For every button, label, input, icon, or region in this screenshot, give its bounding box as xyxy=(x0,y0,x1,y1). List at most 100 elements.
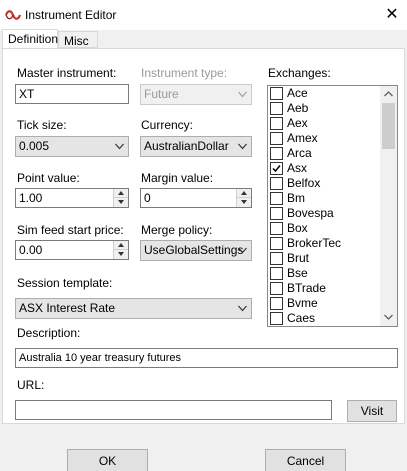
close-button[interactable]: ✕ xyxy=(377,0,407,30)
master-instrument-label: Master instrument: xyxy=(17,66,117,80)
exchange-checkbox[interactable] xyxy=(270,282,283,295)
exchange-checkbox[interactable] xyxy=(270,102,283,115)
triangle-down-icon xyxy=(118,252,124,256)
tick-size-dropdown[interactable]: 0.005 xyxy=(15,136,129,157)
triangle-down-icon xyxy=(241,200,247,204)
exchange-item[interactable]: Bm xyxy=(269,191,381,206)
session-template-dropdown[interactable]: ASX Interest Rate xyxy=(15,298,252,319)
exchange-checkbox[interactable] xyxy=(270,267,283,280)
exchange-checkbox[interactable] xyxy=(270,132,283,145)
exchange-item[interactable]: Bse xyxy=(269,266,381,281)
exchange-name: Caes xyxy=(287,311,316,325)
spin-down-button[interactable] xyxy=(237,198,251,207)
exchange-item[interactable]: Caes xyxy=(269,311,381,326)
close-icon: ✕ xyxy=(385,6,399,23)
spin-up-button[interactable] xyxy=(114,189,128,198)
triangle-up-icon xyxy=(118,191,124,195)
url-input[interactable] xyxy=(15,400,332,420)
sim-feed-start-price-label: Sim feed start price: xyxy=(17,223,124,237)
exchange-item[interactable]: Amex xyxy=(269,131,381,146)
chevron-up-icon xyxy=(384,91,393,97)
instrument-type-dropdown: Future xyxy=(140,84,252,105)
exchange-name: Brut xyxy=(287,251,310,265)
exchange-checkbox[interactable] xyxy=(270,162,283,175)
ok-button[interactable]: OK xyxy=(67,449,148,471)
description-label: Description: xyxy=(17,326,81,340)
tab-misc[interactable]: Misc xyxy=(58,31,98,48)
exchange-name: Belfox xyxy=(287,176,321,190)
chevron-down-icon xyxy=(238,143,247,150)
sim-feed-spin-buttons xyxy=(113,241,128,259)
sim-feed-start-price-spinner[interactable]: 0.00 xyxy=(15,240,129,260)
exchange-checkbox[interactable] xyxy=(270,237,283,250)
spin-down-button[interactable] xyxy=(114,250,128,259)
tick-size-value: 0.005 xyxy=(19,139,50,153)
exchange-checkbox[interactable] xyxy=(270,87,283,100)
exchange-name: BrokerTec xyxy=(287,236,342,250)
visit-button[interactable]: Visit xyxy=(347,400,397,422)
chevron-down-icon xyxy=(384,314,393,320)
tick-size-label: Tick size: xyxy=(17,118,67,132)
exchange-item[interactable]: Bovespa xyxy=(269,206,381,221)
spin-down-button[interactable] xyxy=(114,198,128,207)
instrument-type-label: Instrument type: xyxy=(141,66,228,80)
exchange-name: Aex xyxy=(287,116,308,130)
checkmark-icon xyxy=(272,165,281,173)
chevron-down-icon xyxy=(238,305,247,312)
exchange-item[interactable]: BTrade xyxy=(269,281,381,296)
exchange-checkbox[interactable] xyxy=(270,207,283,220)
exchange-item[interactable]: Bvme xyxy=(269,296,381,311)
margin-value-value: 0 xyxy=(144,191,151,205)
tab-definition[interactable]: Definition xyxy=(2,29,58,48)
merge-policy-dropdown[interactable]: UseGlobalSettings xyxy=(140,240,252,261)
session-template-value: ASX Interest Rate xyxy=(19,301,116,315)
scroll-down-button[interactable] xyxy=(380,309,397,326)
exchanges-scrollbar[interactable] xyxy=(380,86,397,326)
spin-up-button[interactable] xyxy=(237,189,251,198)
scroll-up-button[interactable] xyxy=(380,86,397,103)
exchange-checkbox[interactable] xyxy=(270,222,283,235)
exchange-item[interactable]: Aeb xyxy=(269,101,381,116)
exchange-item[interactable]: Aex xyxy=(269,116,381,131)
exchange-checkbox[interactable] xyxy=(270,192,283,205)
tab-definition-label: Definition xyxy=(8,32,59,46)
exchange-checkbox[interactable] xyxy=(270,312,283,325)
triangle-up-icon xyxy=(241,191,247,195)
exchange-item[interactable]: Box xyxy=(269,221,381,236)
currency-dropdown[interactable]: AustralianDollar xyxy=(140,136,252,157)
exchange-name: Bvme xyxy=(287,296,318,310)
exchange-checkbox[interactable] xyxy=(270,297,283,310)
margin-value-label: Margin value: xyxy=(141,171,214,185)
exchange-name: Arca xyxy=(287,146,312,160)
exchange-item[interactable]: Asx xyxy=(269,161,381,176)
exchange-item[interactable]: Belfox xyxy=(269,176,381,191)
chevron-down-icon xyxy=(115,143,124,150)
merge-policy-label: Merge policy: xyxy=(141,223,213,237)
scroll-thumb[interactable] xyxy=(382,103,395,149)
point-value-spinner[interactable]: 1.00 xyxy=(15,188,129,208)
title-bar: Instrument Editor ✕ xyxy=(0,0,407,30)
cancel-button[interactable]: Cancel xyxy=(265,449,346,471)
url-label: URL: xyxy=(17,378,45,392)
exchange-name: Aeb xyxy=(287,101,309,115)
exchange-checkbox[interactable] xyxy=(270,147,283,160)
exchanges-listbox[interactable]: Ace Aeb Aex Amex Arca Asx Belfox Bm Bovespa Box Br… xyxy=(267,85,398,327)
point-value-value: 1.00 xyxy=(19,191,43,205)
exchange-checkbox[interactable] xyxy=(270,177,283,190)
margin-value-spinner[interactable]: 0 xyxy=(140,188,252,208)
master-instrument-input[interactable]: XT xyxy=(15,84,129,104)
exchange-name: Bovespa xyxy=(287,206,334,220)
exchange-item[interactable]: Ace xyxy=(269,86,381,101)
window-title: Instrument Editor xyxy=(25,8,117,22)
exchange-item[interactable]: BrokerTec xyxy=(269,236,381,251)
exchange-item[interactable]: Brut xyxy=(269,251,381,266)
exchange-checkbox[interactable] xyxy=(270,252,283,265)
currency-label: Currency: xyxy=(141,118,194,132)
triangle-down-icon xyxy=(118,200,124,204)
point-value-label: Point value: xyxy=(17,171,80,185)
description-input[interactable]: Australia 10 year treasury futures xyxy=(15,348,398,368)
spin-up-button[interactable] xyxy=(114,241,128,250)
exchange-checkbox[interactable] xyxy=(270,117,283,130)
exchange-item[interactable]: Arca xyxy=(269,146,381,161)
merge-policy-value: UseGlobalSettings xyxy=(144,243,244,257)
